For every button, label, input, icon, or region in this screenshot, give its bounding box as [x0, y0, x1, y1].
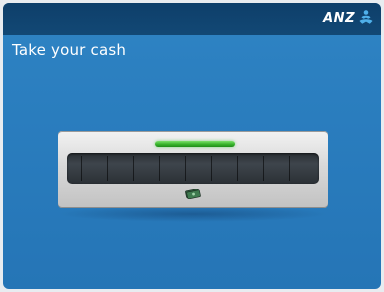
header-bar: ANZ: [3, 3, 381, 35]
cash-notes-icon: [185, 189, 201, 199]
brand-logo-text: ANZ: [323, 11, 355, 26]
cash-dispenser: [58, 131, 328, 208]
dispenser-shadow: [58, 206, 328, 222]
anz-people-icon: [359, 10, 373, 24]
cash-slot: [67, 153, 319, 184]
status-light: [155, 141, 235, 147]
page-title: Take your cash: [12, 41, 127, 59]
atm-screen: ANZ Take your cash: [3, 3, 381, 289]
